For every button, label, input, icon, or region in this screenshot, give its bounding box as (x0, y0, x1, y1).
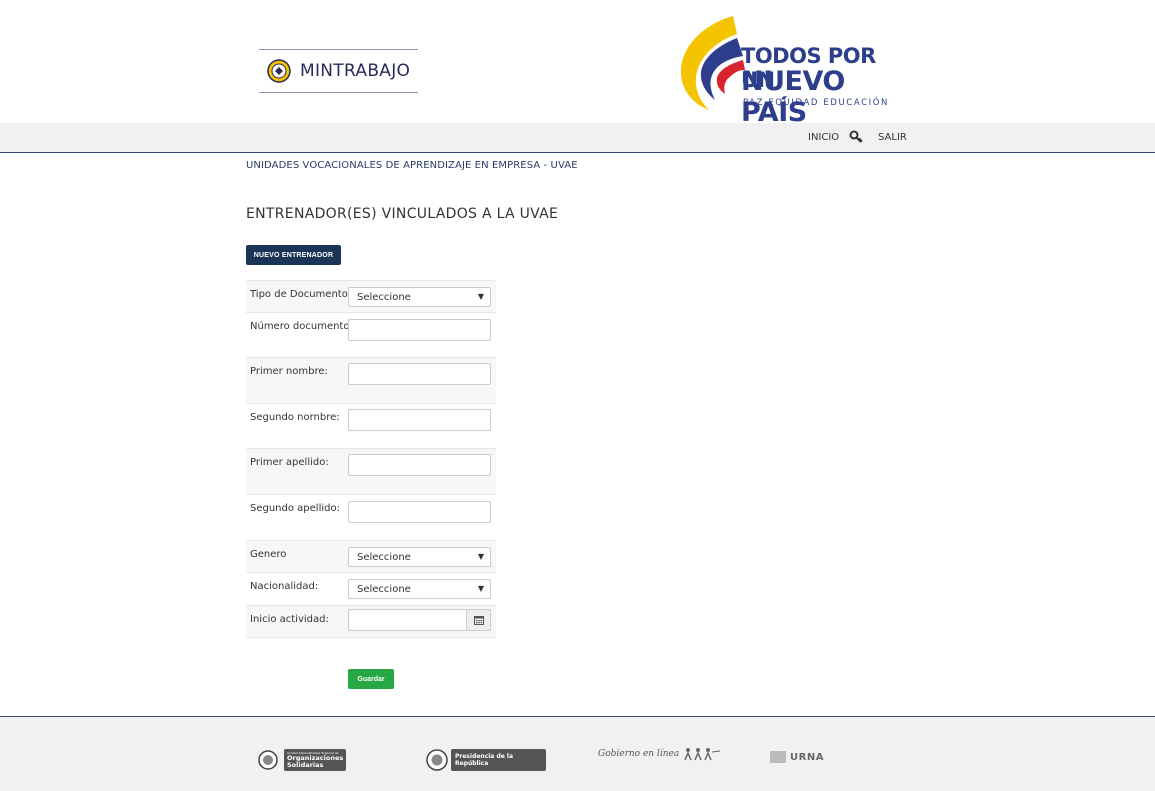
chevron-down-icon: ▼ (477, 292, 484, 301)
urna-icon (770, 751, 786, 763)
form-bottom-divider (246, 637, 496, 638)
logo-line-2: NUEVO PAÍS (741, 66, 845, 128)
org-solidarias-box: Unidad Administrativa Especial de Organi… (284, 749, 346, 771)
form-row-inicio-actividad: Inicio actividad: (246, 605, 496, 637)
mintrabajo-logo-text: MINTRABAJO (300, 61, 411, 81)
key-icon[interactable] (848, 129, 864, 145)
inicio-actividad-input[interactable] (348, 609, 466, 631)
breadcrumb: UNIDADES VOCACIONALES DE APRENDIZAJE EN … (246, 160, 578, 171)
top-nav-bar: INICIO SALIR (0, 123, 1155, 153)
footer: Unidad Administrativa Especial de Organi… (0, 716, 1155, 791)
chevron-down-icon: ▼ (477, 552, 484, 561)
urna-text: URNA (790, 751, 824, 763)
gobierno-en-linea-text: Gobierno en línea (598, 749, 680, 759)
nacionalidad-value: Seleccione (357, 583, 411, 595)
org-solidarias-logo[interactable]: Unidad Administrativa Especial de Organi… (258, 749, 346, 771)
segundo-nombre-input[interactable] (348, 409, 491, 431)
primer-nombre-input[interactable] (348, 363, 491, 385)
nacionalidad-select[interactable]: Seleccione ▼ (348, 579, 491, 599)
form-row-segundo-nombre: Segundo nornbre: (246, 403, 496, 448)
presidencia-box: Presidencia de la República (451, 749, 546, 771)
numero-documento-input[interactable] (348, 319, 491, 341)
nav-salir-link[interactable]: SALIR (878, 132, 907, 143)
header: MINTRABAJO TODOS POR UN NUEVO PAÍS PAZ E… (0, 0, 1155, 128)
page-title: ENTRENADOR(ES) VINCULADOS A LA UVAE (246, 206, 559, 222)
guardar-button[interactable]: Guardar (348, 669, 394, 689)
form-row-segundo-apellido: Segundo apellido: (246, 494, 496, 540)
primer-apellido-label: Primer apellido: (250, 457, 329, 468)
calendar-icon (473, 616, 484, 625)
org-solidarias-line2: Solidarias (287, 761, 324, 769)
colombia-seal-icon (267, 59, 291, 83)
colombia-seal-icon (426, 749, 448, 771)
nav-inicio-link[interactable]: INICIO (808, 132, 839, 143)
urna-de-cristal-logo[interactable]: URNA (770, 751, 824, 763)
colombia-seal-icon (258, 750, 278, 770)
form-row-numero-documento: Número documento: (246, 312, 496, 357)
genero-value: Seleccione (357, 551, 411, 563)
segundo-apellido-input[interactable] (348, 501, 491, 523)
people-icon (684, 748, 721, 761)
form-row-primer-nombre: Primer nombre: (246, 357, 496, 403)
chevron-down-icon: ▼ (477, 584, 484, 593)
tipo-documento-label: Tipo de Documento (250, 289, 348, 300)
gobierno-en-linea-logo[interactable]: Gobierno en línea (598, 747, 722, 761)
form-row-primer-apellido: Primer apellido: (246, 448, 496, 494)
segundo-nombre-label: Segundo nornbre: (250, 412, 340, 423)
form-row-nacionalidad: Nacionalidad: Seleccione ▼ (246, 572, 496, 605)
numero-documento-label: Número documento: (250, 321, 353, 332)
form-row-genero: Genero Seleccione ▼ (246, 540, 496, 572)
tipo-documento-select[interactable]: Seleccione ▼ (348, 287, 491, 307)
primer-nombre-label: Primer nombre: (250, 366, 328, 377)
segundo-apellido-label: Segundo apellido: (250, 503, 340, 514)
presidencia-logo[interactable]: Presidencia de la República (426, 749, 546, 771)
flag-swoosh-icon (680, 16, 745, 110)
genero-select[interactable]: Seleccione ▼ (348, 547, 491, 567)
mintrabajo-logo[interactable]: MINTRABAJO (259, 49, 418, 93)
genero-label: Genero (250, 549, 287, 560)
form-row-tipo-documento: Tipo de Documento Seleccione ▼ (246, 280, 496, 312)
logo-tagline: PAZ EQUIDAD EDUCACIÓN (743, 98, 889, 108)
calendar-button[interactable] (466, 609, 491, 631)
nuevo-entrenador-button[interactable]: NUEVO ENTRENADOR (246, 245, 341, 265)
primer-apellido-input[interactable] (348, 454, 491, 476)
inicio-actividad-label: Inicio actividad: (250, 614, 329, 625)
todos-por-un-nuevo-pais-logo: TODOS POR UN NUEVO PAÍS PAZ EQUIDAD EDUC… (675, 14, 905, 128)
nacionalidad-label: Nacionalidad: (250, 581, 319, 592)
tipo-documento-value: Seleccione (357, 291, 411, 303)
